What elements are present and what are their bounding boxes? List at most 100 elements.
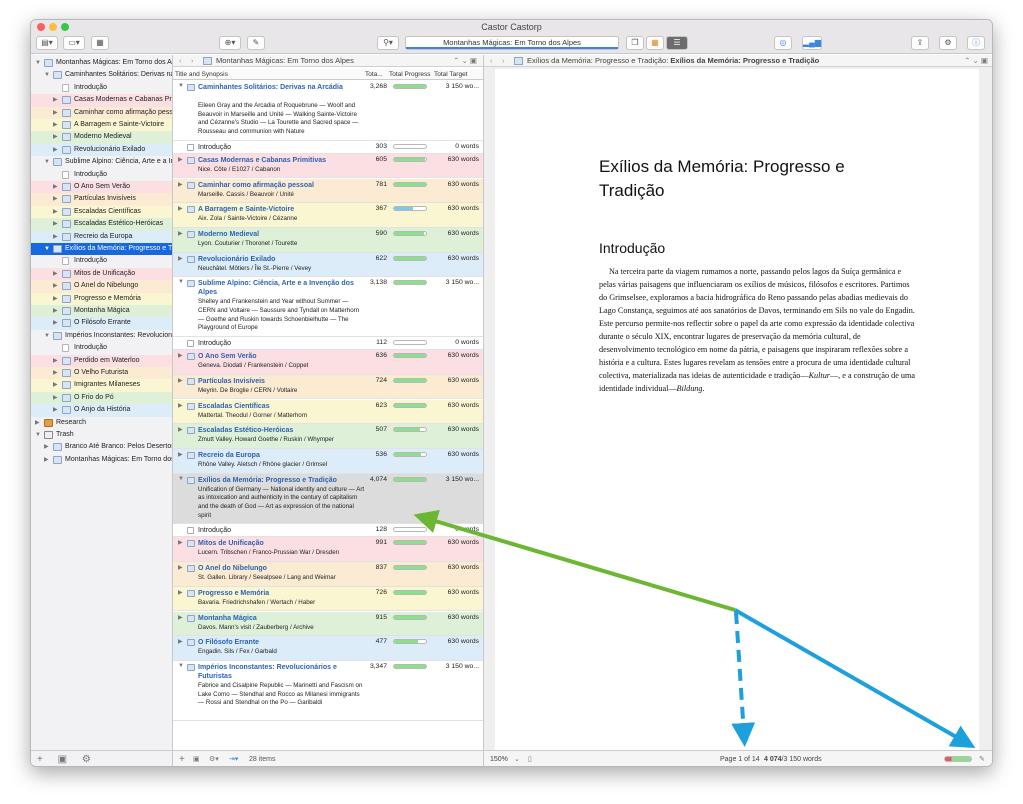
zoom-level[interactable]: 150% — [490, 751, 508, 766]
disclosure-closed-icon[interactable]: ▶ — [44, 454, 49, 466]
disclosure-closed-icon[interactable]: ▶ — [53, 181, 58, 193]
disclosure-icon[interactable]: ▶ — [178, 352, 183, 359]
outliner-row[interactable]: ▼ Exílios da Memória: Progresso e Tradiçã… — [173, 473, 483, 525]
disclosure-closed-icon[interactable]: ▶ — [53, 280, 58, 292]
disclosure-closed-icon[interactable]: ▶ — [35, 417, 40, 429]
close-button[interactable] — [37, 23, 45, 31]
breadcrumb[interactable]: Montanhas Mágicas: Em Torno dos Alpes — [405, 36, 619, 50]
outliner-row[interactable]: ▶ Moderno Medieval Lyon. Couturier / Thoro… — [173, 227, 483, 253]
view-mode-icon[interactable]: ▭▾ — [63, 36, 85, 50]
outliner-row[interactable]: ▶ Escaladas Estético-Heróicas Zmutt Valley… — [173, 424, 483, 449]
outliner-row[interactable]: ▶ Montanha Mágica Davos. Mann's visit / Za… — [173, 611, 483, 637]
outliner-row[interactable]: ▶ O Filósofo Errante Engadin. Sils / Fex /… — [173, 636, 483, 661]
disclosure-closed-icon[interactable]: ▶ — [44, 441, 49, 453]
corkboard-icon[interactable]: ▦ — [646, 36, 664, 50]
binder-item[interactable]: ▶ O Anjo da História — [31, 404, 172, 417]
zoom-chevron-icon[interactable]: ⌄ — [514, 751, 520, 766]
binder-item[interactable]: ▶ Revolucionário Exilado — [31, 143, 172, 157]
outliner-row[interactable]: Introdução 303 0 words — [173, 141, 483, 154]
disclosure-open-icon[interactable]: ▼ — [44, 156, 50, 168]
edit-icon[interactable]: ✎ — [247, 36, 265, 50]
disclosure-icon[interactable]: ▶ — [178, 205, 183, 212]
compose-icon[interactable]: ▦ — [91, 36, 109, 50]
outliner-row[interactable]: ▶ O Anel do Nibelungo St. Gallen. Library … — [173, 562, 483, 587]
disclosure-closed-icon[interactable]: ▶ — [53, 193, 58, 205]
outliner-row[interactable]: ▶ A Barragem e Sainte-Victoire Aix. Zola /… — [173, 203, 483, 228]
disclosure-icon[interactable]: ▶ — [178, 402, 183, 409]
search-icon[interactable]: ⚲▾ — [377, 36, 399, 50]
disclosure-icon[interactable]: ▼ — [178, 279, 184, 285]
binder-item[interactable]: ▶ O Frio do Pó — [31, 391, 172, 405]
disclosure-open-icon[interactable]: ▼ — [44, 69, 50, 81]
disclosure-icon[interactable]: ▶ — [178, 614, 183, 621]
disclosure-icon[interactable]: ▼ — [178, 663, 184, 669]
binder-item[interactable]: Introdução — [31, 342, 172, 354]
disclosure-closed-icon[interactable]: ▶ — [53, 218, 58, 230]
binder-item[interactable]: Introdução — [31, 82, 172, 94]
binder-item[interactable]: ▼ Caminhantes Solitários: Derivas na Arcá… — [31, 69, 172, 81]
disclosure-closed-icon[interactable]: ▶ — [53, 404, 58, 416]
column-progress[interactable]: Total Progress — [389, 69, 431, 80]
document-body[interactable]: Na terceira parte da viagem rumamos a no… — [599, 265, 915, 395]
outliner-row[interactable]: ▶ Mitos de Unificação Lucern. Tribschen / … — [173, 537, 483, 563]
binder-item[interactable]: ▼ Montanhas Mágicas: Em Torno dos Alpes — [31, 57, 172, 69]
outliner-row[interactable]: ▶ Partículas Invisíveis Meyrin. De Broglie… — [173, 374, 483, 400]
column-total[interactable]: Tota... — [365, 69, 383, 80]
disclosure-open-icon[interactable]: ▼ — [44, 330, 50, 342]
gear-icon[interactable]: ⚙▾ — [209, 751, 219, 766]
binder-item[interactable]: ▶ A Barragem e Sainte-Victoire — [31, 119, 172, 132]
binder-item[interactable]: Introdução — [31, 169, 172, 181]
share-icon[interactable]: ⇪ — [911, 36, 929, 50]
column-target[interactable]: Total Target — [434, 69, 467, 80]
disclosure-icon[interactable]: ▶ — [178, 255, 183, 262]
info-icon[interactable]: ⓘ — [967, 36, 985, 50]
disclosure-icon[interactable]: ▶ — [178, 377, 183, 384]
outliner-row[interactable]: ▶ Casas Modernas e Cabanas Primitivas Nice… — [173, 153, 483, 179]
disclosure-closed-icon[interactable]: ▶ — [53, 305, 58, 317]
column-title[interactable]: Title and Synopsis — [175, 69, 228, 80]
outliner-row[interactable]: ▼ Sublime Alpino: Ciência, Arte e a Inven… — [173, 277, 483, 338]
document-icon[interactable]: ▯ — [528, 751, 532, 766]
binder-item[interactable]: ▶ Montanhas Mágicas: Em Torno dos Alpes — [31, 454, 172, 466]
disclosure-closed-icon[interactable]: ▶ — [53, 367, 58, 379]
outliner-row[interactable]: ▶ Escaladas Científicas Mattertal. Theodul… — [173, 399, 483, 425]
binder-item[interactable]: ▶ Partículas Invisíveis — [31, 193, 172, 206]
binder-item[interactable]: ▶ O Anel do Nibelungo — [31, 280, 172, 293]
arrow-icon[interactable]: ⇥▾ — [229, 751, 238, 766]
disclosure-closed-icon[interactable]: ▶ — [53, 231, 58, 243]
add-icon[interactable]: ⊕▾ — [219, 36, 241, 50]
disclosure-icon[interactable]: ▶ — [178, 230, 183, 237]
binder-item[interactable]: ▶ Recreio da Europa — [31, 230, 172, 243]
disclosure-closed-icon[interactable]: ▶ — [53, 131, 58, 143]
binder-item[interactable]: ▶ O Ano Sem Verão — [31, 181, 172, 194]
zoom-button[interactable] — [61, 23, 69, 31]
target-icon[interactable]: ◎ — [774, 36, 792, 50]
binder-item[interactable]: ▶ Montanha Mágica — [31, 305, 172, 318]
disclosure-icon[interactable]: ▶ — [178, 181, 183, 188]
forward-icon[interactable]: › — [191, 55, 194, 67]
disclosure-closed-icon[interactable]: ▶ — [53, 206, 58, 218]
binder-item[interactable]: ▶ Casas Modernas e Cabanas Primitivas — [31, 94, 172, 107]
split-controls-icon[interactable]: ⌃ ⌄ ▣ — [453, 55, 477, 67]
binder-item[interactable]: ▶ Moderno Medieval — [31, 131, 172, 144]
forward-icon[interactable]: › — [502, 55, 505, 67]
disclosure-closed-icon[interactable]: ▶ — [53, 268, 58, 280]
binder-footer[interactable]: + ▣ ⚙ — [31, 750, 172, 766]
scrivenings-icon[interactable]: ❐ — [626, 36, 644, 50]
outliner-row[interactable]: ▼ Caminhantes Solitários: Derivas na Arcá… — [173, 81, 483, 141]
outliner-row[interactable]: ▶ O Ano Sem Verão Geneva. Diodati / Franke… — [173, 350, 483, 375]
binder-item[interactable]: ▼ Exílios da Memória: Progresso e Tradiçã… — [31, 243, 172, 256]
stats-icon[interactable]: ▂▄▆ — [802, 36, 822, 50]
disclosure-icon[interactable]: ▶ — [178, 156, 183, 163]
note-icon[interactable]: ✎ — [979, 751, 985, 766]
disclosure-closed-icon[interactable]: ▶ — [53, 317, 58, 329]
minimize-button[interactable] — [49, 23, 57, 31]
outliner-icon[interactable]: ☰ — [666, 36, 688, 50]
add-icon[interactable]: + — [179, 751, 185, 766]
disclosure-icon[interactable]: ▶ — [178, 426, 183, 433]
binder-item[interactable]: ▼ Impérios Inconstantes: Revolucionários … — [31, 330, 172, 342]
binder-item[interactable]: Introdução — [31, 255, 172, 267]
disclosure-open-icon[interactable]: ▼ — [35, 429, 41, 441]
gear-icon[interactable]: ⚙ — [939, 36, 957, 50]
binder-item[interactable]: ▶ Progresso e Memória — [31, 292, 172, 305]
